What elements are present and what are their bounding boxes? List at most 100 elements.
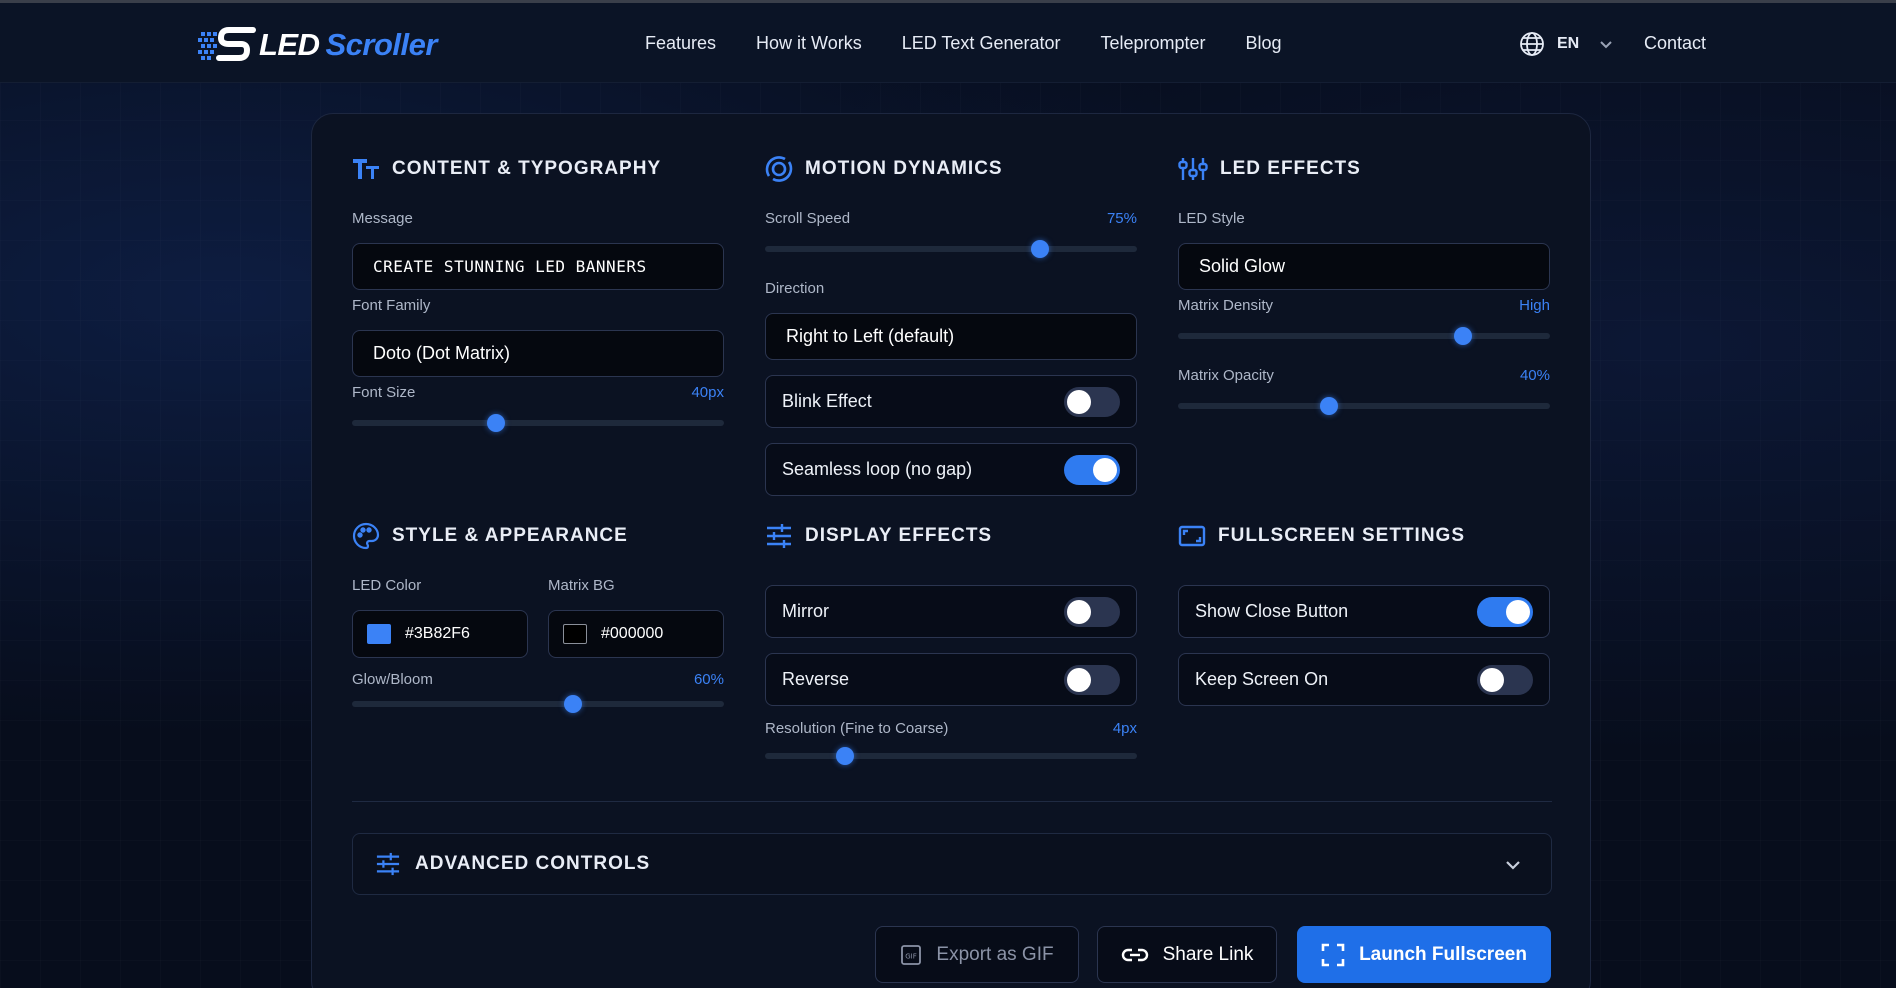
led-effects-title: LED EFFECTS [1220, 158, 1361, 179]
glow-value: 60% [693, 671, 724, 688]
led-style-label: LED Style [1178, 210, 1245, 227]
glow-slider[interactable] [352, 695, 724, 713]
logo[interactable]: LED Scroller [195, 25, 437, 65]
matrix-bg-label: Matrix BG [548, 577, 615, 594]
resolution-slider-thumb[interactable] [835, 747, 854, 765]
reverse-toggle[interactable] [1064, 664, 1120, 695]
show-close-row: Show Close Button [1178, 585, 1550, 638]
mirror-toggle[interactable] [1064, 596, 1120, 627]
matrix-opacity-slider[interactable] [1178, 397, 1550, 415]
style-appearance-header: STYLE & APPEARANCE [352, 521, 724, 551]
direction-select[interactable]: Right to Left (default) [765, 313, 1137, 360]
section-divider [352, 801, 1552, 802]
content-typography-section: CONTENT & TYPOGRAPHY Message CREATE STUN… [352, 154, 724, 432]
content-typography-title: CONTENT & TYPOGRAPHY [392, 158, 662, 179]
font-size-value: 40px [691, 384, 724, 401]
controls-panel: CONTENT & TYPOGRAPHY Message CREATE STUN… [311, 113, 1591, 988]
language-selector[interactable]: EN [1519, 31, 1615, 57]
message-input[interactable]: CREATE STUNNING LED BANNERS [352, 243, 724, 290]
globe-icon [1520, 32, 1544, 56]
led-color-swatch [367, 624, 391, 644]
scroll-speed-value: 75% [1106, 210, 1137, 227]
seamless-loop-toggle[interactable] [1064, 454, 1120, 485]
typography-icon [353, 159, 379, 179]
nav-link-features[interactable]: Features [645, 33, 716, 54]
show-close-toggle[interactable] [1477, 596, 1533, 627]
matrix-opacity-value: 40% [1519, 367, 1550, 384]
font-family-select[interactable]: Doto (Dot Matrix) [352, 330, 724, 377]
font-size-label: Font Size [352, 384, 416, 401]
scroll-speed-slider-thumb[interactable] [1030, 240, 1049, 258]
font-size-header: Font Size 40px [352, 384, 724, 401]
blink-effect-row: Blink Effect [765, 375, 1137, 428]
share-link-button[interactable]: Share Link [1097, 926, 1277, 983]
matrix-density-slider[interactable] [1178, 327, 1550, 345]
logo-mark-icon [195, 26, 257, 64]
launch-fullscreen-button[interactable]: Launch Fullscreen [1297, 926, 1551, 983]
matrix-density-slider-thumb[interactable] [1454, 327, 1473, 345]
mirror-label: Mirror [782, 601, 829, 621]
expand-icon [1321, 943, 1345, 966]
blink-effect-label: Blink Effect [782, 391, 872, 411]
style-appearance-title: STYLE & APPEARANCE [392, 525, 628, 546]
matrix-density-value: High [1519, 297, 1550, 314]
resolution-slider[interactable] [765, 747, 1137, 765]
glow-label: Glow/Bloom [352, 671, 433, 688]
keep-screen-label: Keep Screen On [1195, 669, 1329, 689]
screen-icon [1178, 525, 1206, 547]
keep-screen-toggle[interactable] [1477, 664, 1533, 695]
export-gif-label: Export as GIF [936, 943, 1054, 965]
toggle-knob [1480, 667, 1504, 692]
font-size-slider[interactable] [352, 414, 724, 432]
led-color-picker[interactable]: #3B82F6 [352, 610, 528, 658]
led-effects-section: LED EFFECTS LED Style Solid Glow Matrix … [1178, 154, 1550, 415]
show-close-label: Show Close Button [1195, 601, 1349, 621]
display-effects-section: DISPLAY EFFECTS Mirror Reverse Resolutio… [765, 521, 1137, 765]
motion-dynamics-title: MOTION DYNAMICS [805, 158, 1003, 179]
scroll-speed-header: Scroll Speed 75% [765, 210, 1137, 227]
toggle-knob [1067, 389, 1091, 414]
reverse-row: Reverse [765, 653, 1137, 706]
link-icon [1121, 948, 1148, 961]
resolution-label: Resolution (Fine to Coarse) [765, 720, 949, 737]
mirror-row: Mirror [765, 585, 1137, 638]
matrix-bg-picker[interactable]: #000000 [548, 610, 724, 658]
keep-screen-row: Keep Screen On [1178, 653, 1550, 706]
scroll-speed-slider[interactable] [765, 240, 1137, 258]
chevron-down-icon [1506, 861, 1520, 870]
motion-icon [765, 156, 793, 182]
fullscreen-settings-section: FULLSCREEN SETTINGS Show Close Button Ke… [1178, 521, 1550, 706]
matrix-bg-swatch [563, 624, 587, 644]
display-effects-header: DISPLAY EFFECTS [765, 521, 1137, 551]
seamless-loop-label: Seamless loop (no gap) [782, 459, 973, 479]
display-effects-title: DISPLAY EFFECTS [805, 525, 993, 546]
glow-slider-thumb[interactable] [564, 695, 583, 713]
toggle-knob [1093, 457, 1117, 482]
nav-link-how-it-works[interactable]: How it Works [756, 33, 862, 54]
font-family-label: Font Family [352, 297, 431, 314]
advanced-controls-accordion[interactable]: ADVANCED CONTROLS [352, 833, 1552, 895]
nav-link-blog[interactable]: Blog [1246, 33, 1282, 54]
nav-link-led-text-generator[interactable]: LED Text Generator [902, 33, 1061, 54]
gif-icon: GIF [901, 944, 922, 965]
toggle-knob [1506, 599, 1530, 624]
led-style-select[interactable]: Solid Glow [1178, 243, 1550, 290]
logo-led-text: LED [259, 27, 320, 62]
matrix-density-label: Matrix Density [1178, 297, 1274, 314]
fullscreen-settings-title: FULLSCREEN SETTINGS [1218, 525, 1466, 546]
blink-effect-toggle[interactable] [1064, 386, 1120, 417]
led-effects-header: LED EFFECTS [1178, 154, 1550, 184]
export-gif-button[interactable]: GIF Export as GIF [875, 926, 1079, 983]
chevron-down-icon [1600, 41, 1612, 49]
style-appearance-section: STYLE & APPEARANCE LED Color Matrix BG #… [352, 521, 724, 713]
nav-link-teleprompter[interactable]: Teleprompter [1100, 33, 1205, 54]
glow-header: Glow/Bloom 60% [352, 671, 724, 688]
reverse-label: Reverse [782, 669, 850, 689]
equalizer-icon [1178, 158, 1208, 180]
scroll-speed-label: Scroll Speed [765, 210, 851, 227]
nav-link-contact[interactable]: Contact [1644, 33, 1706, 54]
matrix-opacity-slider-thumb[interactable] [1319, 397, 1338, 415]
resolution-header: Resolution (Fine to Coarse) 4px [765, 720, 1137, 737]
message-label: Message [352, 210, 413, 227]
font-size-slider-thumb[interactable] [486, 414, 505, 432]
